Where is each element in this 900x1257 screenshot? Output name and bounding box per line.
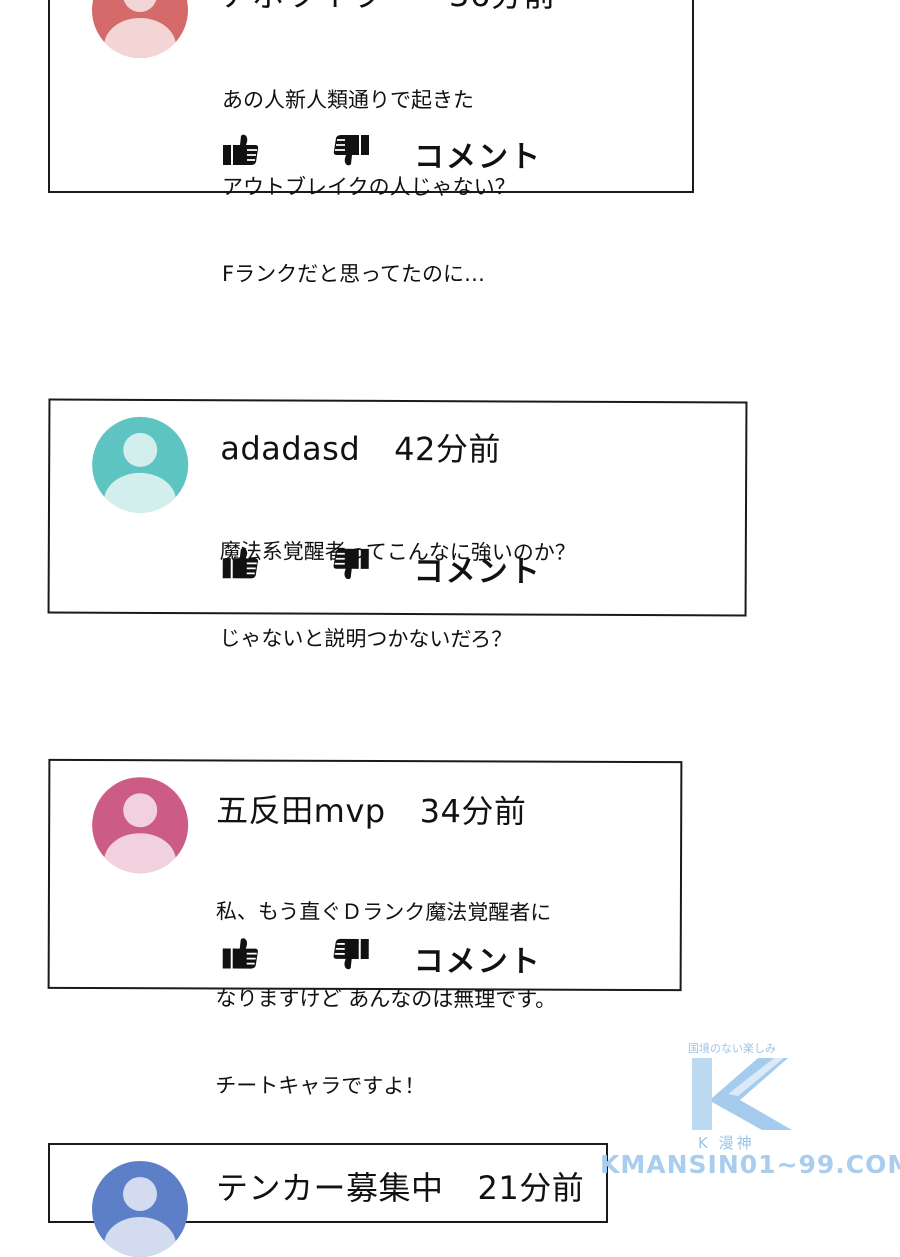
comment-text: あの人新人類通りで起きた アウトブレイクの人じゃない？ Fランクだと思ってたのに… (222, 28, 516, 347)
comment-actions: コメント (222, 132, 552, 176)
username[interactable]: アポワイラー (220, 0, 415, 14)
comment-line: 私、もう直ぐＤランク魔法覚醒者に (215, 899, 552, 925)
comment-line: アウトブレイクの人じゃない？ (222, 175, 516, 199)
comment-header: adadasd 42分前 (220, 423, 501, 470)
username[interactable]: 五反田mvp (216, 791, 386, 830)
thumbs-down-icon[interactable] (332, 134, 370, 166)
watermark-url: KMANSIN01~99.COM (600, 1150, 900, 1179)
timestamp: 34分前 (419, 792, 527, 831)
timestamp: 21分前 (477, 1169, 585, 1207)
comment-line: なりますけど あんなのは無理です。 (215, 986, 557, 1012)
watermark-logo (692, 1058, 792, 1130)
comment-header: テンカー募集中 21分前 (216, 1163, 584, 1209)
comment-line: じゃないと説明つかないだろ？ (219, 626, 513, 652)
comment-card: adadasd 42分前 魔法系覚醒者ってこんなに強いのか？ じゃないと説明つかな… (47, 398, 748, 652)
avatar[interactable] (92, 0, 188, 58)
comment-text: 魔法系覚醒者ってこんなに強いのか？ じゃないと説明つかないだろ？ (219, 479, 576, 713)
comment-header: 五反田mvp 34分前 (216, 785, 526, 832)
comment-button[interactable]: コメント (414, 936, 542, 980)
timestamp: 42分前 (394, 429, 502, 469)
comment-line: Fランクだと思ってたのに… (222, 262, 486, 286)
comment-button[interactable]: コメント (414, 546, 542, 591)
comment-line: あの人新人類通りで起きた (222, 88, 474, 112)
avatar[interactable] (92, 1161, 188, 1257)
watermark: 国境のない楽しみ K 漫神 KMANSIN01~99.COM (600, 1040, 900, 1184)
comment-card: 五反田mvp 34分前 私、もう直ぐＤランク魔法覚醒者に なりますけど あんなのは… (47, 758, 683, 1098)
thumbs-up-icon[interactable] (222, 938, 260, 970)
comment-actions: コメント (222, 546, 552, 591)
thumbs-down-icon[interactable] (332, 548, 370, 580)
avatar[interactable] (92, 777, 189, 874)
thumbs-up-icon[interactable] (222, 547, 260, 579)
comment-line: チートキャラですよ！ (215, 1073, 426, 1099)
comment-header: アポワイラー 36分前 (220, 0, 556, 16)
username[interactable]: adadasd (220, 429, 360, 468)
thumbs-down-icon[interactable] (332, 938, 370, 970)
comment-card: アポワイラー 36分前 あの人新人類通りで起きた アウトブレイクの人じゃない？ F… (48, 0, 694, 286)
thumbs-up-icon[interactable] (222, 134, 260, 166)
username[interactable]: テンカー募集中 (216, 1169, 444, 1207)
comment-text: 私、もう直ぐＤランク魔法覚醒者に なりますけど あんなのは無理です。 チートキャ… (215, 839, 557, 1159)
comment-card: テンカー募集中 21分前 (48, 1143, 608, 1257)
comment-button[interactable]: コメント (414, 132, 542, 176)
comment-actions: コメント (222, 936, 552, 980)
avatar[interactable] (91, 416, 189, 514)
timestamp: 36分前 (449, 0, 556, 14)
